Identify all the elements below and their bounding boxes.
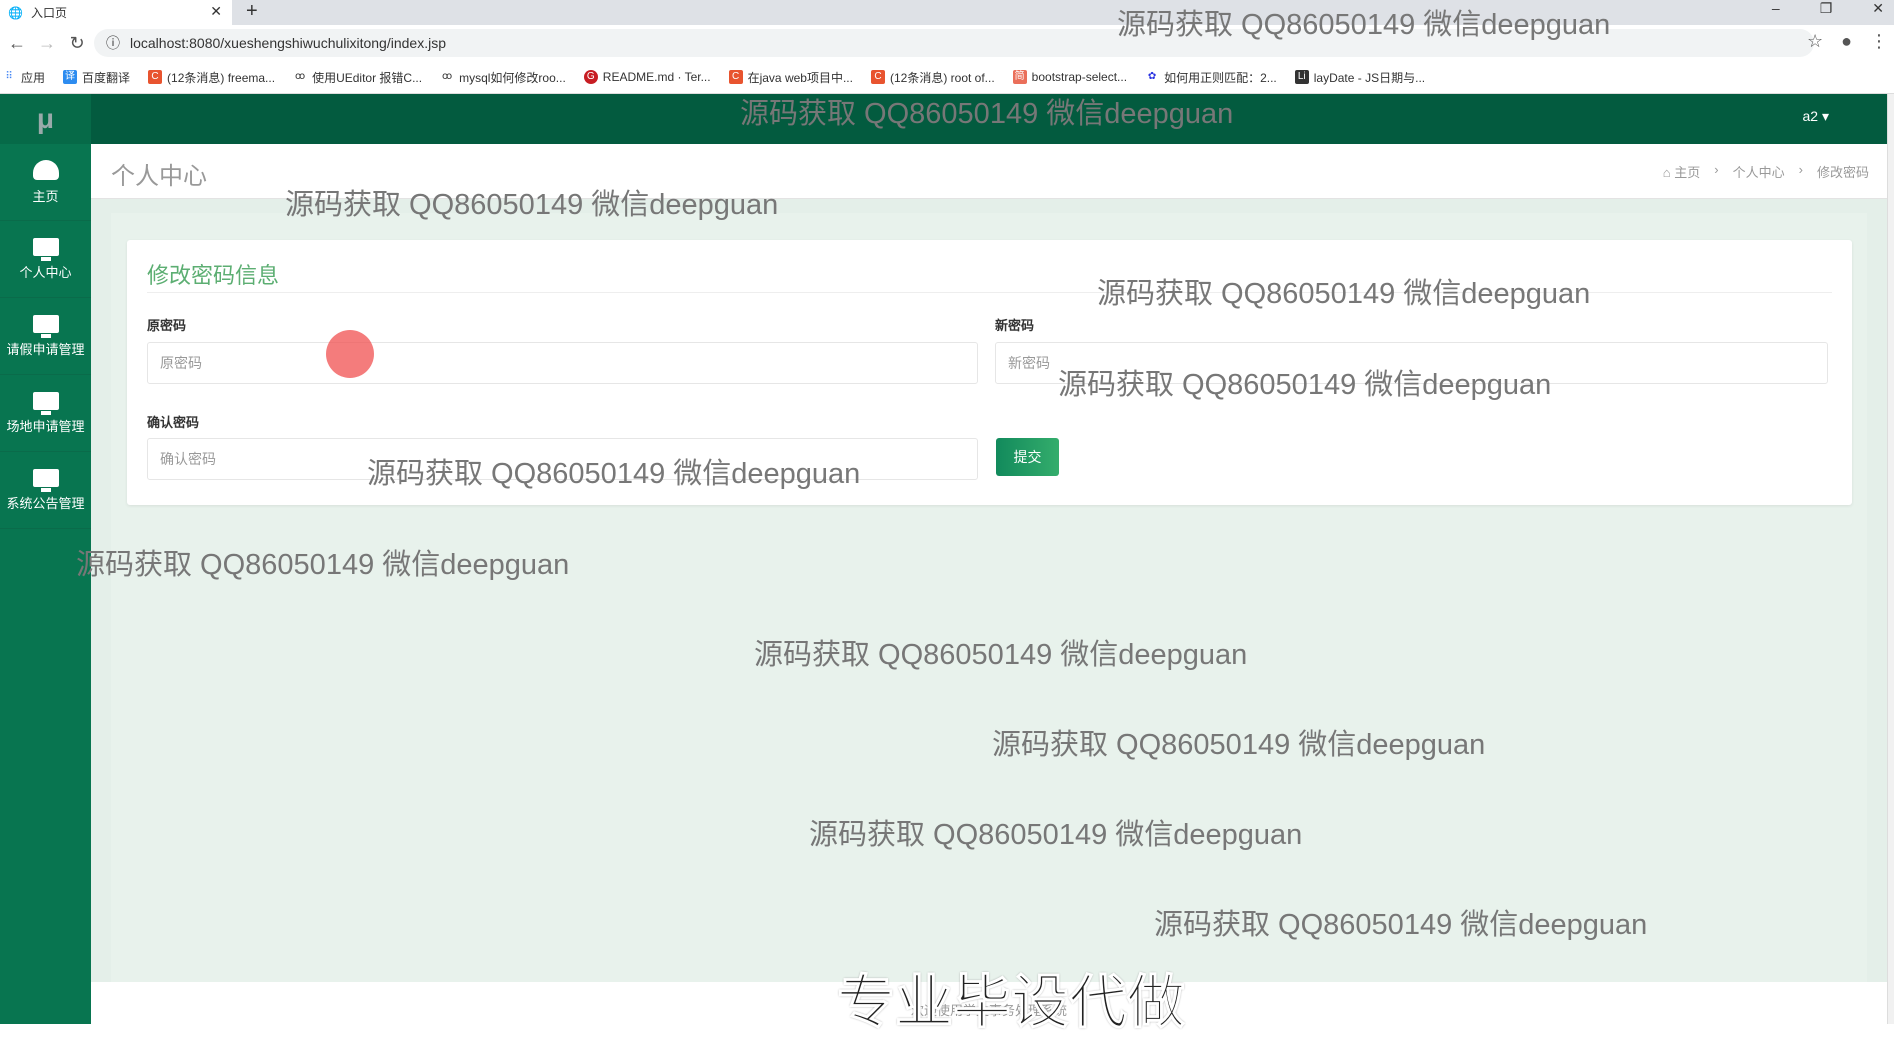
- confirm-password-input[interactable]: [147, 438, 978, 480]
- bookmark[interactable]: C 在java web项目中...: [728, 69, 853, 86]
- page-title: 个人中心: [111, 163, 207, 190]
- close-window-button[interactable]: ✕: [1872, 0, 1884, 17]
- globe-icon: 🌐: [8, 5, 23, 20]
- top-navbar: a2 ▾: [91, 94, 1887, 144]
- bookmark[interactable]: C (12条消息) root of...: [870, 69, 995, 86]
- url-input[interactable]: ⓘ localhost:8080/xueshengshiwuchulixitong…: [94, 29, 1814, 57]
- monitor-icon: [32, 391, 59, 415]
- close-tab-icon[interactable]: ✕: [210, 3, 222, 20]
- minimize-button[interactable]: –: [1772, 0, 1780, 17]
- bookmark[interactable]: ꝏ mysql如何修改roo...: [440, 69, 566, 86]
- breadcrumb-current: 修改密码: [1816, 165, 1869, 180]
- sidebar-item-notice[interactable]: 系统公告管理: [0, 452, 91, 529]
- monitor-icon: [32, 237, 59, 261]
- change-password-card: 修改密码信息 原密码 新密码 确认密码 提交: [127, 240, 1852, 505]
- page-header: 个人中心 ⌂ 主页 › 个人中心 › 修改密码: [91, 144, 1887, 199]
- new-password-label: 新密码: [995, 318, 1035, 333]
- divider: [147, 292, 1832, 293]
- bookmarks-bar: ⠿ 应用 译百度翻译 C (12条消息) freema... ꝏ 使用UEditor …: [0, 61, 1894, 94]
- restore-button[interactable]: ❐: [1820, 0, 1833, 17]
- sidebar: μ 主页 个人中心 请假申请管理 场地申请管理 系统公告管理: [0, 94, 91, 1024]
- sidebar-item-venue[interactable]: 场地申请管理: [0, 375, 91, 452]
- back-button[interactable]: ←: [4, 33, 30, 54]
- browser-tab[interactable]: 🌐 入口页 ✕: [0, 0, 232, 25]
- dashboard-icon: [32, 159, 59, 180]
- profile-icon[interactable]: ●: [1841, 31, 1852, 52]
- address-bar-row: ← → ↻ ⓘ localhost:8080/xueshengshiwuchuli…: [0, 25, 1894, 61]
- breadcrumb-home[interactable]: ⌂ 主页: [1663, 162, 1701, 181]
- old-password-label: 原密码: [147, 318, 187, 333]
- old-password-input[interactable]: [147, 342, 978, 384]
- bookmark[interactable]: 简 bootstrap-select...: [1012, 70, 1127, 84]
- chevron-icon: ›: [1714, 162, 1719, 177]
- mouse-cursor-highlight: [326, 330, 374, 378]
- card-title: 修改密码信息: [147, 263, 280, 288]
- forward-button[interactable]: →: [34, 33, 60, 54]
- monitor-icon: [32, 314, 59, 338]
- tab-title: 入口页: [30, 6, 67, 20]
- sidebar-item-leave[interactable]: 请假申请管理: [0, 298, 91, 375]
- new-tab-button[interactable]: +: [246, 0, 258, 22]
- bookmark[interactable]: ꝏ 使用UEditor 报错C...: [293, 69, 422, 86]
- monitor-icon: [32, 468, 59, 492]
- user-menu[interactable]: a2 ▾: [1803, 108, 1830, 125]
- sidebar-item-profile[interactable]: 个人中心: [0, 221, 91, 298]
- bookmark[interactable]: ✿ 如何用正则匹配：2...: [1145, 69, 1277, 86]
- breadcrumb: ⌂ 主页 › 个人中心 › 修改密码: [1663, 162, 1869, 181]
- bookmark[interactable]: 译百度翻译: [63, 69, 130, 86]
- reload-button[interactable]: ↻: [64, 33, 90, 54]
- bookmark[interactable]: C (12条消息) freema...: [148, 69, 275, 86]
- url-text: localhost:8080/xueshengshiwuchulixitong/…: [130, 35, 446, 51]
- home-icon: ⌂: [1662, 165, 1671, 180]
- sidebar-item-home[interactable]: 主页: [0, 144, 91, 221]
- bookmark[interactable]: Li layDate - JS日期与...: [1294, 69, 1425, 86]
- browser-tabstrip: 🌐 入口页 ✕ + – ❐ ✕: [0, 0, 1894, 25]
- scrollbar[interactable]: [1887, 94, 1894, 1024]
- chevron-icon: ›: [1798, 162, 1803, 177]
- star-icon[interactable]: ☆: [1807, 31, 1823, 52]
- new-password-input[interactable]: [995, 342, 1828, 384]
- submit-button[interactable]: 提交: [996, 438, 1059, 476]
- bookmark[interactable]: ⠿ 应用: [2, 69, 45, 86]
- logo: μ: [0, 94, 91, 144]
- promo-overlay: 专业毕设代做: [836, 970, 1186, 1036]
- confirm-password-label: 确认密码: [147, 415, 200, 430]
- info-icon: ⓘ: [106, 35, 120, 51]
- breadcrumb-profile[interactable]: 个人中心: [1733, 162, 1785, 181]
- bookmark[interactable]: G README.md · Ter...: [583, 70, 711, 84]
- menu-icon[interactable]: ⋮: [1870, 31, 1888, 52]
